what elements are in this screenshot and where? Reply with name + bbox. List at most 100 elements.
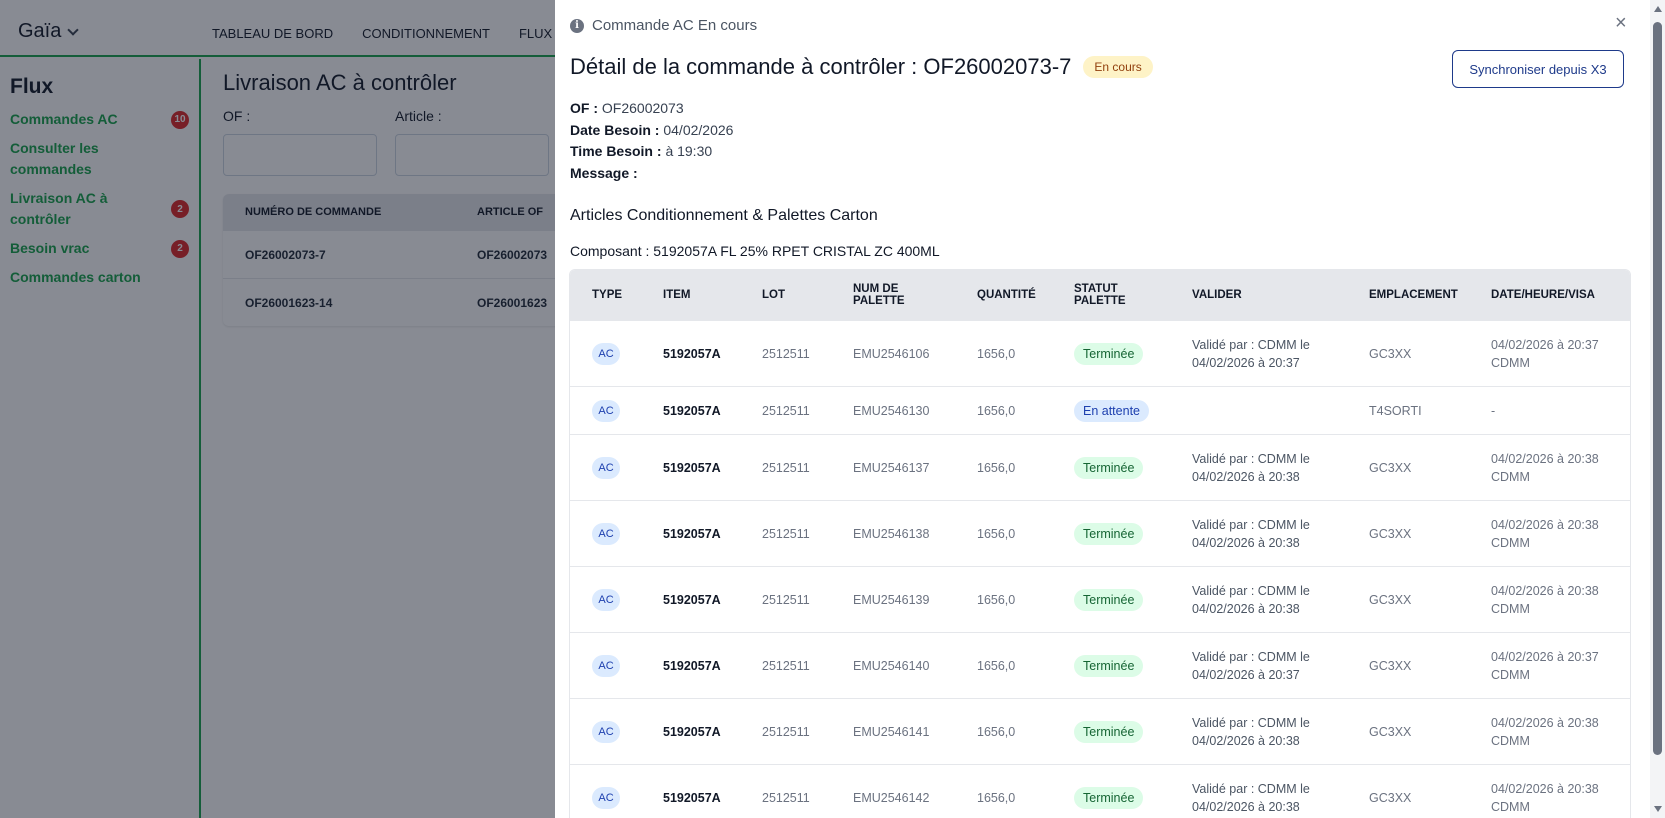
scrollbar-thumb[interactable] bbox=[1653, 22, 1662, 755]
cell-valider: Validé par : CDMM le 04/02/2026 à 20:37 bbox=[1192, 649, 1310, 682]
pallet-table: TYPE ITEM LOT NUM DE PALETTE QUANTITÉ ST… bbox=[569, 269, 1631, 818]
cell-date: 04/02/2026 à 20:38 CDMM bbox=[1491, 715, 1599, 748]
cell-date: 04/02/2026 à 20:37 CDMM bbox=[1491, 649, 1599, 682]
cell-quantite: 1656,0 bbox=[977, 592, 1016, 607]
scrollbar[interactable] bbox=[1650, 0, 1665, 818]
scroll-down-arrow-icon[interactable] bbox=[1654, 806, 1662, 812]
meta-label: Message : bbox=[570, 164, 638, 181]
column-header-palette: NUM DE PALETTE bbox=[853, 283, 977, 307]
cell-lot: 2512511 bbox=[762, 790, 810, 805]
drawer-header-label: Commande AC En cours bbox=[592, 17, 758, 34]
detail-title-row: Détail de la commande à contrôler : OF26… bbox=[570, 54, 1153, 80]
cell-emplacement: T4SORTI bbox=[1369, 403, 1422, 418]
cell-type: AC bbox=[570, 720, 663, 743]
cell-quantite: 1656,0 bbox=[977, 658, 1016, 673]
cell-statut: Terminée bbox=[1074, 456, 1192, 479]
cell-emplacement: GC3XX bbox=[1369, 526, 1412, 541]
cell-item: 5192057A bbox=[663, 592, 721, 607]
meta-time-besoin: Time Besoin : à 19:30 bbox=[570, 141, 733, 163]
cell-emplacement: GC3XX bbox=[1369, 592, 1412, 607]
status-badge: Terminée bbox=[1074, 588, 1144, 611]
status-badge: En attente bbox=[1074, 399, 1149, 422]
cell-lot: 2512511 bbox=[762, 460, 810, 475]
cell-valider: Validé par : CDMM le 04/02/2026 à 20:38 bbox=[1192, 715, 1310, 748]
status-badge: Terminée bbox=[1074, 720, 1144, 743]
column-header-statut: STATUT PALETTE bbox=[1074, 283, 1192, 307]
cell-statut: Terminée bbox=[1074, 720, 1192, 743]
table-row[interactable]: AC 5192057A 2512511 EMU2546106 1656,0 Terminé… bbox=[570, 320, 1630, 386]
type-badge: AC bbox=[592, 588, 620, 611]
meta-value: à 19:30 bbox=[665, 143, 713, 159]
cell-date: 04/02/2026 à 20:38 CDMM bbox=[1491, 781, 1599, 814]
cell-type: AC bbox=[570, 654, 663, 677]
type-badge: AC bbox=[592, 522, 620, 545]
cell-type: AC bbox=[570, 399, 663, 422]
column-header-quantite: QUANTITÉ bbox=[977, 289, 1036, 301]
cell-emplacement: GC3XX bbox=[1369, 790, 1412, 805]
cell-type: AC bbox=[570, 522, 663, 545]
cell-type: AC bbox=[570, 588, 663, 611]
close-icon[interactable]: × bbox=[1615, 12, 1627, 35]
meta-message: Message : bbox=[570, 163, 733, 185]
cell-lot: 2512511 bbox=[762, 346, 810, 361]
cell-palette: EMU2546141 bbox=[853, 724, 930, 739]
table-row[interactable]: AC 5192057A 2512511 EMU2546137 1656,0 Terminé… bbox=[570, 434, 1630, 500]
cell-lot: 2512511 bbox=[762, 526, 810, 541]
section-title: Articles Conditionnement & Palettes Cart… bbox=[570, 207, 878, 224]
meta-value: OF26002073 bbox=[601, 100, 684, 116]
scroll-up-arrow-icon[interactable] bbox=[1654, 6, 1662, 12]
meta-of: OF : OF26002073 bbox=[570, 98, 733, 120]
cell-date: 04/02/2026 à 20:38 CDMM bbox=[1491, 517, 1599, 550]
column-header-date: DATE/HEURE/VISA bbox=[1491, 289, 1595, 301]
cell-date: 04/02/2026 à 20:38 CDMM bbox=[1491, 583, 1599, 616]
sync-x3-button[interactable]: Synchroniser depuis X3 bbox=[1452, 50, 1624, 88]
cell-palette: EMU2546138 bbox=[853, 526, 930, 541]
cell-item: 5192057A bbox=[663, 460, 721, 475]
cell-emplacement: GC3XX bbox=[1369, 658, 1412, 673]
cell-item: 5192057A bbox=[663, 403, 721, 418]
cell-palette: EMU2546140 bbox=[853, 658, 930, 673]
cell-statut: Terminée bbox=[1074, 654, 1192, 677]
cell-emplacement: GC3XX bbox=[1369, 724, 1412, 739]
meta-label: OF : bbox=[570, 100, 598, 116]
table-row[interactable]: AC 5192057A 2512511 EMU2546141 1656,0 Terminé… bbox=[570, 698, 1630, 764]
column-header-type: TYPE bbox=[592, 289, 623, 301]
cell-statut: Terminée bbox=[1074, 588, 1192, 611]
order-detail-drawer: i Commande AC En cours × Détail de la co… bbox=[555, 0, 1650, 818]
meta-date-besoin: Date Besoin : 04/02/2026 bbox=[570, 120, 733, 142]
status-badge: En cours bbox=[1083, 56, 1153, 78]
cell-valider: Validé par : CDMM le 04/02/2026 à 20:38 bbox=[1192, 781, 1310, 814]
cell-quantite: 1656,0 bbox=[977, 403, 1016, 418]
column-header-valider: VALIDER bbox=[1192, 289, 1242, 301]
cell-statut: Terminée bbox=[1074, 786, 1192, 809]
cell-lot: 2512511 bbox=[762, 658, 810, 673]
info-icon: i bbox=[570, 18, 584, 33]
cell-emplacement: GC3XX bbox=[1369, 346, 1412, 361]
composant-label: Composant : 5192057A FL 25% RPET CRISTAL… bbox=[570, 243, 940, 259]
cell-statut: En attente bbox=[1074, 399, 1192, 422]
meta-value: 04/02/2026 bbox=[663, 121, 734, 138]
status-badge: Terminée bbox=[1074, 786, 1144, 809]
status-badge: Terminée bbox=[1074, 342, 1144, 365]
cell-date: 04/02/2026 à 20:37 CDMM bbox=[1491, 337, 1599, 370]
cell-quantite: 1656,0 bbox=[977, 790, 1016, 805]
cell-type: AC bbox=[570, 786, 663, 809]
status-badge: Terminée bbox=[1074, 522, 1144, 545]
status-badge: Terminée bbox=[1074, 456, 1144, 479]
column-header-emplacement: EMPLACEMENT bbox=[1369, 289, 1458, 301]
cell-lot: 2512511 bbox=[762, 403, 810, 418]
cell-statut: Terminée bbox=[1074, 342, 1192, 365]
cell-date: 04/02/2026 à 20:38 CDMM bbox=[1491, 451, 1599, 484]
meta-label: Time Besoin : bbox=[570, 143, 662, 159]
meta-label: Date Besoin : bbox=[570, 121, 660, 138]
table-row[interactable]: AC 5192057A 2512511 EMU2546140 1656,0 Terminé… bbox=[570, 632, 1630, 698]
table-row[interactable]: AC 5192057A 2512511 EMU2546139 1656,0 Terminé… bbox=[570, 566, 1630, 632]
cell-date: - bbox=[1491, 403, 1496, 418]
cell-valider: Validé par : CDMM le 04/02/2026 à 20:38 bbox=[1192, 451, 1310, 484]
cell-item: 5192057A bbox=[663, 346, 721, 361]
table-row[interactable]: AC 5192057A 2512511 EMU2546130 1656,0 En atte… bbox=[570, 386, 1630, 434]
cell-palette: EMU2546106 bbox=[853, 346, 930, 361]
table-row[interactable]: AC 5192057A 2512511 EMU2546138 1656,0 Terminé… bbox=[570, 500, 1630, 566]
table-row[interactable]: AC 5192057A 2512511 EMU2546142 1656,0 Terminé… bbox=[570, 764, 1630, 818]
cell-quantite: 1656,0 bbox=[977, 724, 1016, 739]
